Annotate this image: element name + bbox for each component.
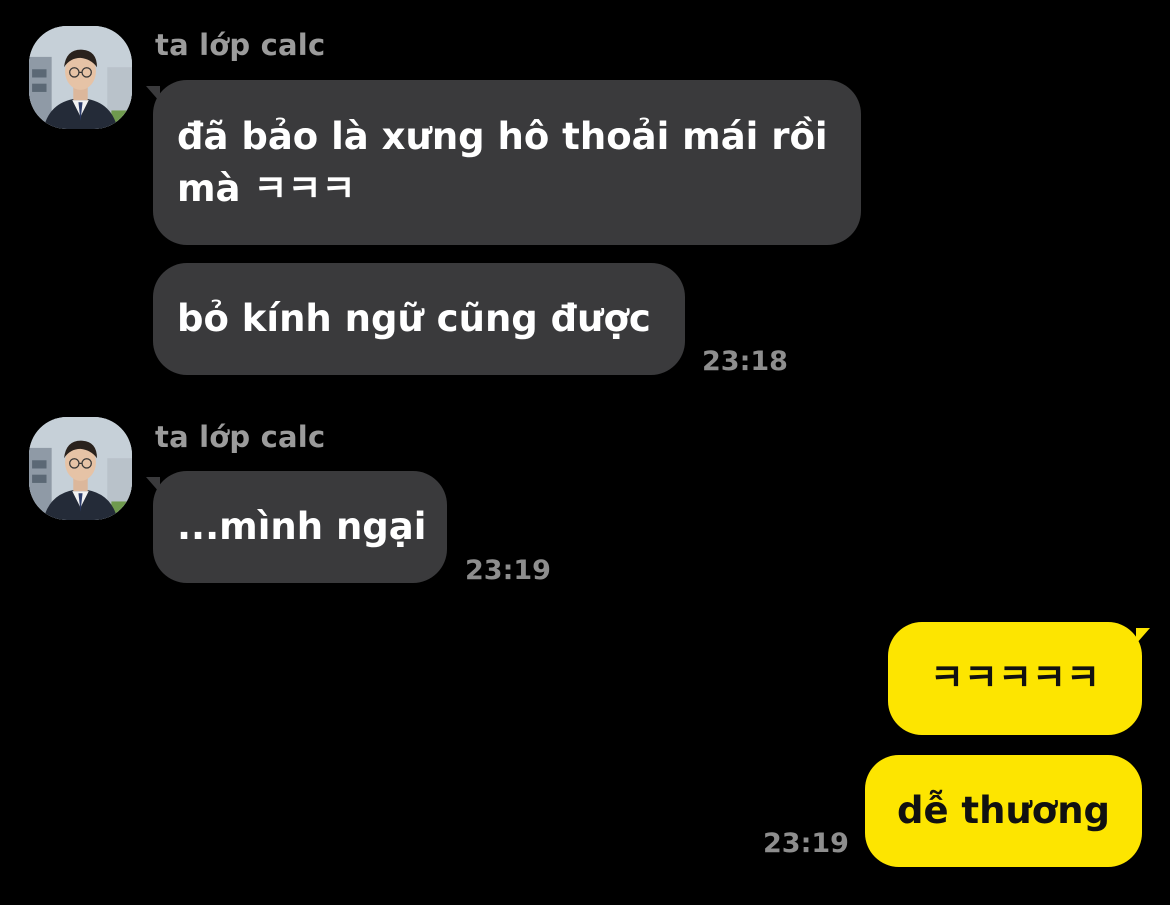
- message-text: ...mình ngại: [177, 505, 427, 548]
- sender-avatar[interactable]: [29, 26, 132, 129]
- message-text: bỏ kính ngữ cũng được: [177, 297, 651, 340]
- message-text-line: mà ㅋㅋㅋ: [177, 167, 356, 210]
- profile-photo: [29, 26, 132, 129]
- sender-name: ta lớp calc: [155, 28, 326, 62]
- message-timestamp: 23:18: [702, 346, 788, 377]
- message-bubble[interactable]: bỏ kính ngữ cũng được: [153, 263, 685, 375]
- sender-avatar[interactable]: [29, 417, 132, 520]
- message-bubble[interactable]: ...mình ngại: [153, 471, 447, 583]
- message-timestamp: 23:19: [763, 828, 849, 859]
- message-bubble[interactable]: dễ thương: [865, 755, 1142, 867]
- message-text: ㅋㅋㅋㅋㅋ: [929, 656, 1101, 699]
- message-bubble[interactable]: đã bảo là xưng hô thoải mái rồi mà ㅋㅋㅋ: [153, 80, 861, 245]
- message-bubble[interactable]: ㅋㅋㅋㅋㅋ: [888, 622, 1142, 735]
- message-timestamp: 23:19: [465, 555, 551, 586]
- message-text: dễ thương: [896, 789, 1111, 832]
- sender-name: ta lớp calc: [155, 420, 326, 454]
- message-text-line: đã bảo là xưng hô thoải mái rồi: [177, 115, 828, 158]
- profile-photo: [29, 417, 132, 520]
